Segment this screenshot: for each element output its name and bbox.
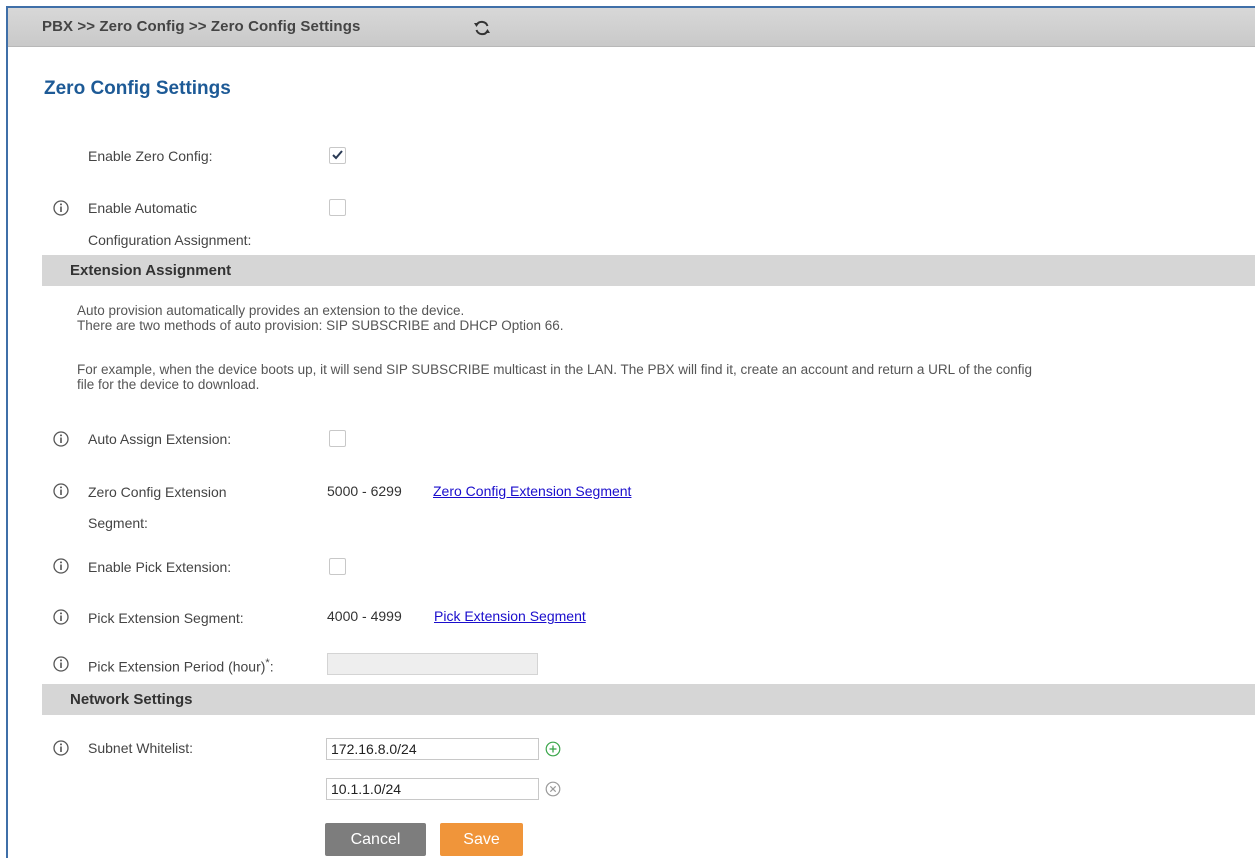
save-button[interactable]: Save <box>440 823 523 856</box>
info-icon[interactable] <box>53 656 69 672</box>
info-icon[interactable] <box>53 200 69 216</box>
breadcrumb-bar: PBX >> Zero Config >> Zero Config Settin… <box>8 8 1255 47</box>
zero-config-segment-value: 5000 - 6299 <box>327 483 402 499</box>
section-title: Extension Assignment <box>70 262 232 279</box>
pick-segment-label: Pick Extension Segment: <box>88 610 244 626</box>
zero-config-segment-label-line1: Zero Config Extension <box>88 484 227 500</box>
enable-zero-config-label: Enable Zero Config: <box>88 148 213 164</box>
pick-period-input[interactable] <box>327 653 538 675</box>
subnet-whitelist-label: Subnet Whitelist: <box>88 740 194 756</box>
check-icon <box>332 150 343 160</box>
app-frame: PBX >> Zero Config >> Zero Config Settin… <box>0 0 1255 858</box>
info-icon[interactable] <box>53 740 69 756</box>
description-line-4: file for the device to download. <box>77 377 260 392</box>
enable-pick-extension-checkbox[interactable] <box>329 558 346 575</box>
network-settings-section: Network Settings <box>42 684 1255 715</box>
description-line-2: There are two methods of auto provision:… <box>77 318 564 333</box>
info-icon[interactable] <box>53 483 69 499</box>
cancel-button[interactable]: Cancel <box>325 823 426 856</box>
remove-circle-icon[interactable] <box>545 781 561 797</box>
description-line-3: For example, when the device boots up, i… <box>77 362 1032 377</box>
info-icon[interactable] <box>53 609 69 625</box>
pick-segment-value: 4000 - 4999 <box>327 608 402 624</box>
extension-assignment-section: Extension Assignment <box>42 255 1255 286</box>
pick-period-label-colon: : <box>269 658 274 675</box>
pick-period-label-text: Pick Extension Period (hour) <box>88 658 266 675</box>
pick-segment-link[interactable]: Pick Extension Segment <box>434 608 586 624</box>
info-icon[interactable] <box>53 558 69 574</box>
page-title: Zero Config Settings <box>44 78 231 99</box>
pick-period-label: Pick Extension Period (hour)*: <box>88 657 274 675</box>
enable-zero-config-checkbox[interactable] <box>329 147 346 164</box>
frame-left-border <box>6 7 8 858</box>
breadcrumb: PBX >> Zero Config >> Zero Config Settin… <box>42 18 361 35</box>
zero-config-segment-label-line2: Segment: <box>88 515 148 531</box>
auto-assign-extension-checkbox[interactable] <box>329 430 346 447</box>
zero-config-segment-link[interactable]: Zero Config Extension Segment <box>433 483 631 499</box>
info-icon[interactable] <box>53 431 69 447</box>
add-circle-icon[interactable] <box>545 741 561 757</box>
description-line-1: Auto provision automatically provides an… <box>77 303 465 318</box>
auto-assign-extension-label: Auto Assign Extension: <box>88 431 232 447</box>
enable-auto-config-checkbox[interactable] <box>329 199 346 216</box>
subnet-whitelist-input-1[interactable] <box>326 738 539 760</box>
section-title: Network Settings <box>70 691 193 708</box>
subnet-whitelist-input-2[interactable] <box>326 778 539 800</box>
enable-auto-config-label-line2: Configuration Assignment: <box>88 232 252 248</box>
enable-auto-config-label-line1: Enable Automatic <box>88 200 197 216</box>
enable-pick-extension-label: Enable Pick Extension: <box>88 559 232 575</box>
refresh-icon[interactable] <box>473 19 491 37</box>
